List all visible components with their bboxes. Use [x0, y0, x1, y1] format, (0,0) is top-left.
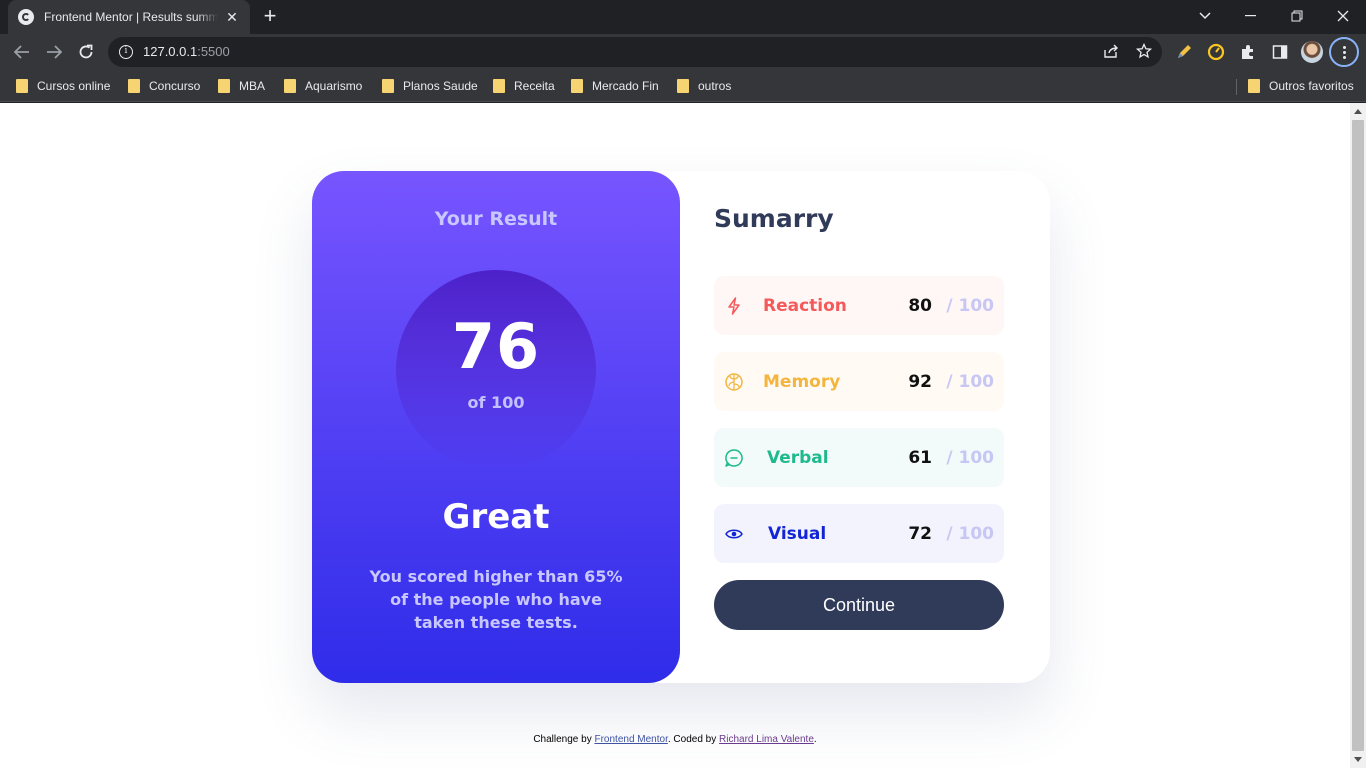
bookmark-label: Outros favoritos	[1269, 79, 1354, 93]
bookmark-folder[interactable]: Aquarismo	[284, 77, 362, 95]
address-bar[interactable]: i 127.0.0.1:5500	[108, 37, 1162, 67]
browser-menu-button[interactable]	[1329, 37, 1359, 67]
summary-max: / 100	[946, 524, 994, 544]
tab-strip: Frontend Mentor | Results summary compon…	[0, 0, 1366, 34]
bookmark-label: MBA	[239, 79, 266, 93]
folder-icon	[571, 79, 583, 93]
side-panel-icon[interactable]	[1270, 42, 1290, 62]
folder-icon	[493, 79, 505, 93]
scroll-down-arrow-icon[interactable]	[1354, 757, 1362, 762]
page-scrollbar[interactable]	[1350, 103, 1366, 768]
bookmark-label: Concurso	[149, 79, 201, 93]
summary-row-verbal: Verbal 61 / 100	[714, 428, 1004, 487]
result-rating: Great	[442, 497, 550, 537]
url-host: 127.0.0.1	[143, 44, 198, 59]
extensions-puzzle-icon[interactable]	[1238, 42, 1258, 62]
score-circle: 76 of 100	[396, 270, 596, 470]
summary-title: Sumarry	[714, 204, 834, 233]
score-value: 76	[451, 310, 541, 383]
lightning-icon	[728, 297, 740, 315]
bookmark-star-icon[interactable]	[1135, 42, 1153, 61]
scrollbar-thumb[interactable]	[1352, 120, 1364, 751]
folder-icon	[16, 79, 28, 93]
share-icon[interactable]	[1102, 43, 1120, 61]
bookmark-folder[interactable]: Mercado Fin	[571, 77, 659, 95]
bookmark-label: Aquarismo	[305, 79, 363, 93]
summary-row-visual: Visual 72 / 100	[714, 504, 1004, 563]
bookmarks-bar: Cursos online Concurso MBA Aquarismo Pla…	[0, 70, 1366, 102]
brain-icon	[725, 373, 743, 391]
browser-tab[interactable]: Frontend Mentor | Results summary compon…	[8, 0, 250, 34]
summary-score: 72	[908, 524, 932, 544]
forward-arrow-icon[interactable]	[40, 38, 68, 66]
summary-label: Visual	[768, 524, 827, 544]
attribution-prefix: Challenge by	[533, 734, 592, 745]
bookmark-folder[interactable]: Receita	[493, 77, 555, 95]
summary-max: / 100	[946, 448, 994, 468]
close-tab-icon[interactable]: ✕	[224, 9, 240, 26]
summary-label: Memory	[763, 372, 841, 392]
folder-icon	[128, 79, 140, 93]
close-window-button[interactable]	[1320, 0, 1366, 32]
bookmark-folder[interactable]: MBA	[218, 77, 265, 95]
bookmark-folder[interactable]: Planos Saude	[382, 77, 478, 95]
restore-window-button[interactable]	[1274, 0, 1320, 32]
summary-panel: Sumarry Reaction 80 / 100 Memory 92 / 10…	[714, 171, 1004, 683]
folder-icon	[284, 79, 296, 93]
bookmark-folder[interactable]: Cursos online	[16, 77, 110, 95]
page-viewport: Your Result 76 of 100 Great You scored h…	[0, 103, 1350, 768]
bookmark-label: outros	[698, 79, 732, 93]
results-summary-card: Your Result 76 of 100 Great You scored h…	[312, 171, 1050, 683]
folder-icon	[218, 79, 230, 93]
chat-bubble-icon	[725, 449, 743, 467]
author-link[interactable]: Richard Lima Valente	[719, 734, 814, 745]
url-text: 127.0.0.1:5500	[143, 44, 230, 59]
summary-label: Reaction	[763, 296, 847, 316]
back-arrow-icon[interactable]	[8, 38, 36, 66]
pencil-extension-icon[interactable]	[1174, 42, 1194, 62]
new-tab-button[interactable]: +	[258, 5, 282, 29]
summary-max: / 100	[946, 296, 994, 316]
summary-score: 61	[908, 448, 932, 468]
attribution-suffix: .	[813, 734, 817, 745]
tab-search-icon[interactable]	[1182, 0, 1228, 32]
site-info-icon[interactable]: i	[119, 45, 133, 59]
bookmark-label: Cursos online	[37, 79, 111, 93]
score-max: of 100	[467, 393, 525, 412]
favicon-icon	[18, 9, 34, 25]
attribution: Challenge by Frontend Mentor. Coded by R…	[0, 734, 1350, 745]
bookmark-folder[interactable]: Concurso	[128, 77, 200, 95]
summary-score: 92	[908, 372, 932, 392]
bookmark-label: Receita	[514, 79, 555, 93]
url-port: :5500	[197, 44, 230, 59]
result-title: Your Result	[434, 208, 558, 230]
frontend-mentor-link[interactable]: Frontend Mentor	[594, 734, 667, 745]
bookmark-label: Planos Saude	[403, 79, 478, 93]
bookmarks-divider	[1236, 79, 1237, 95]
result-description: You scored higher than 65% of the people…	[369, 567, 623, 632]
profile-avatar[interactable]	[1301, 41, 1323, 63]
bookmark-folder[interactable]: outros	[677, 77, 731, 95]
summary-max: / 100	[946, 372, 994, 392]
result-panel: Your Result 76 of 100 Great You scored h…	[312, 171, 680, 683]
minimize-window-button[interactable]	[1228, 0, 1274, 32]
reload-icon[interactable]	[72, 38, 100, 66]
summary-row-reaction: Reaction 80 / 100	[714, 276, 1004, 335]
summary-row-memory: Memory 92 / 100	[714, 352, 1004, 411]
other-bookmarks-folder[interactable]: Outros favoritos	[1248, 77, 1354, 95]
continue-button[interactable]: Continue	[714, 580, 1004, 630]
folder-icon	[1248, 79, 1260, 93]
attribution-middle: . Coded by	[667, 734, 717, 745]
bookmark-label: Mercado Fin	[592, 79, 659, 93]
timer-extension-icon[interactable]	[1206, 42, 1226, 62]
scroll-up-arrow-icon[interactable]	[1354, 109, 1362, 114]
folder-icon	[677, 79, 689, 93]
eye-icon	[725, 529, 743, 539]
browser-toolbar: i 127.0.0.1:5500	[0, 34, 1366, 70]
summary-label: Verbal	[767, 448, 829, 468]
folder-icon	[382, 79, 394, 93]
summary-score: 80	[908, 296, 932, 316]
tab-title: Frontend Mentor | Results summary compon…	[44, 10, 218, 24]
